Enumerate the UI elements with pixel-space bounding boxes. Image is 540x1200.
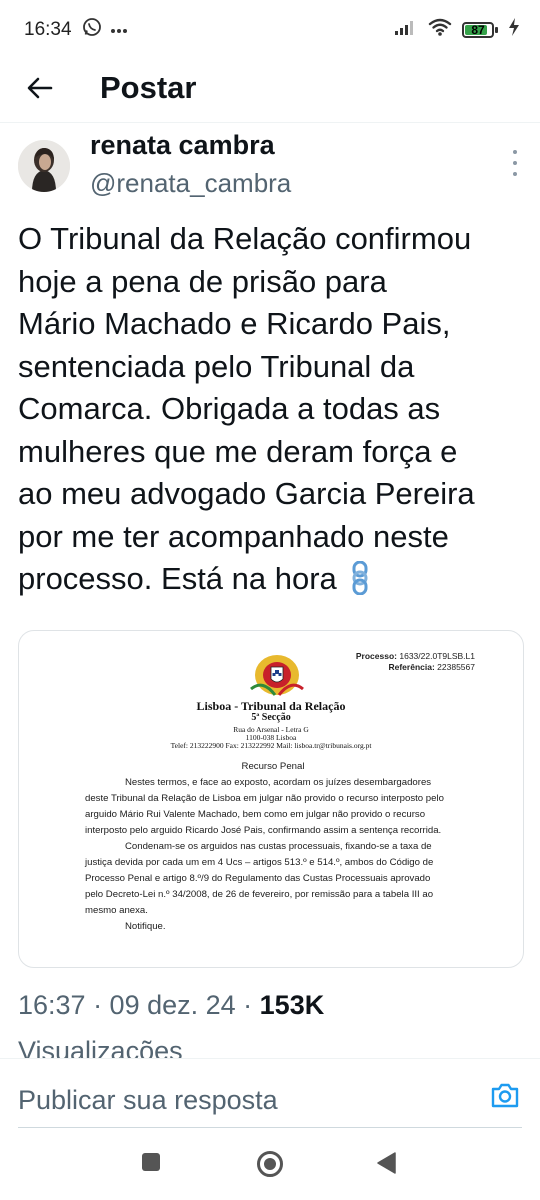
- document-line: mesmo anexa.: [85, 905, 148, 916]
- document-contacts: Telef: 213222900 Fax: 213222992 Mail: li…: [170, 741, 372, 750]
- tweet-line: mulheres que me deram força e: [18, 433, 458, 469]
- tweet-line: Comarca. Obrigada a todas as: [18, 391, 441, 426]
- back-nav-button[interactable]: [376, 1152, 396, 1179]
- post-meta: 16:37 · 09 dez. 24 · 153K: [18, 990, 324, 1021]
- recents-square-icon: [141, 1153, 161, 1176]
- whatsapp-icon: [82, 17, 102, 42]
- tweet-line: por me ter acompanhado neste: [18, 518, 449, 554]
- more-options-button[interactable]: [508, 150, 522, 176]
- tweet-line: ao meu advogado Garcia Pereira: [18, 476, 475, 511]
- document-line: pelo Decreto-Lei n.º 34/2008, de 26 de f…: [85, 889, 434, 900]
- status-bar: 16:34 87: [0, 0, 540, 62]
- document-reference: Processo: 1633/22.0T9LSB.L1 Referência: …: [355, 651, 475, 672]
- battery-indicator: 87: [462, 21, 498, 38]
- attached-document-image[interactable]: Processo: 1633/22.0T9LSB.L1 Referência: …: [18, 630, 524, 968]
- signal-icon: [394, 18, 418, 41]
- tweet-line: processo. Está na hora: [18, 561, 337, 596]
- document-heading: Recurso Penal: [241, 761, 305, 772]
- arrow-left-icon: [27, 77, 53, 104]
- document-line: Nestes termos, e face ao exposto, acorda…: [125, 777, 432, 788]
- page-title: Postar: [100, 70, 197, 105]
- document-line: Condenam-se os arguidos nas custas proce…: [125, 841, 432, 852]
- home-button[interactable]: [256, 1150, 284, 1183]
- author-handle[interactable]: @renata_cambra: [90, 168, 291, 199]
- tweet-line: Mário Machado e Ricardo Pais,: [18, 306, 451, 341]
- coat-of-arms-icon: [250, 655, 304, 696]
- document-line: Processo Penal e artigo 8.º/9 do Regulam…: [85, 873, 431, 884]
- post-timestamp: 16:37 · 09 dez. 24 ·: [18, 990, 260, 1020]
- document-line: justiça devida por cada um em 4 Ucs – ar…: [85, 857, 434, 868]
- document-line: deste Tribunal da Relação de Lisboa em j…: [85, 793, 444, 804]
- document-section: 5ª Secção: [251, 712, 291, 723]
- document-line: Notifique.: [125, 921, 166, 932]
- reply-input[interactable]: Publicar sua resposta: [18, 1085, 278, 1116]
- status-time: 16:34: [24, 19, 72, 40]
- document-line: interposto pelo arguido Ricardo José Pai…: [85, 825, 442, 836]
- home-circle-icon: [256, 1151, 284, 1182]
- battery-level-text: 87: [471, 22, 485, 37]
- views-label: Visualizações: [18, 1036, 183, 1058]
- tweet-text: O Tribunal da Relação confirmou hoje a p…: [18, 218, 528, 607]
- recents-button[interactable]: [141, 1152, 161, 1177]
- post-header: Postar: [0, 62, 540, 123]
- charging-bolt-icon: [508, 18, 520, 41]
- tweet-line: hoje a pena de prisão para: [18, 263, 387, 299]
- document-line: arguido Mário Rui Valente Machado, bem c…: [85, 809, 426, 820]
- camera-button[interactable]: [490, 1081, 522, 1113]
- camera-icon: [490, 1083, 520, 1113]
- tweet-line: sentenciada pelo Tribunal da: [18, 348, 415, 384]
- chains-icon: [345, 560, 375, 607]
- author-name[interactable]: renata cambra: [90, 130, 275, 161]
- back-triangle-icon: [376, 1152, 396, 1178]
- views-count[interactable]: 153K: [260, 990, 325, 1020]
- tweet-line: O Tribunal da Relação confirmou: [18, 221, 472, 256]
- more-vertical-icon: [513, 150, 517, 154]
- document-body: Recurso Penal Nestes termos, e face ao e…: [85, 759, 461, 935]
- reply-bar: Publicar sua resposta: [0, 1058, 540, 1131]
- wifi-icon: [428, 18, 452, 41]
- system-nav-bar: [0, 1130, 540, 1200]
- avatar[interactable]: [18, 140, 70, 192]
- more-dots-icon: [110, 21, 128, 39]
- back-button[interactable]: [20, 70, 60, 110]
